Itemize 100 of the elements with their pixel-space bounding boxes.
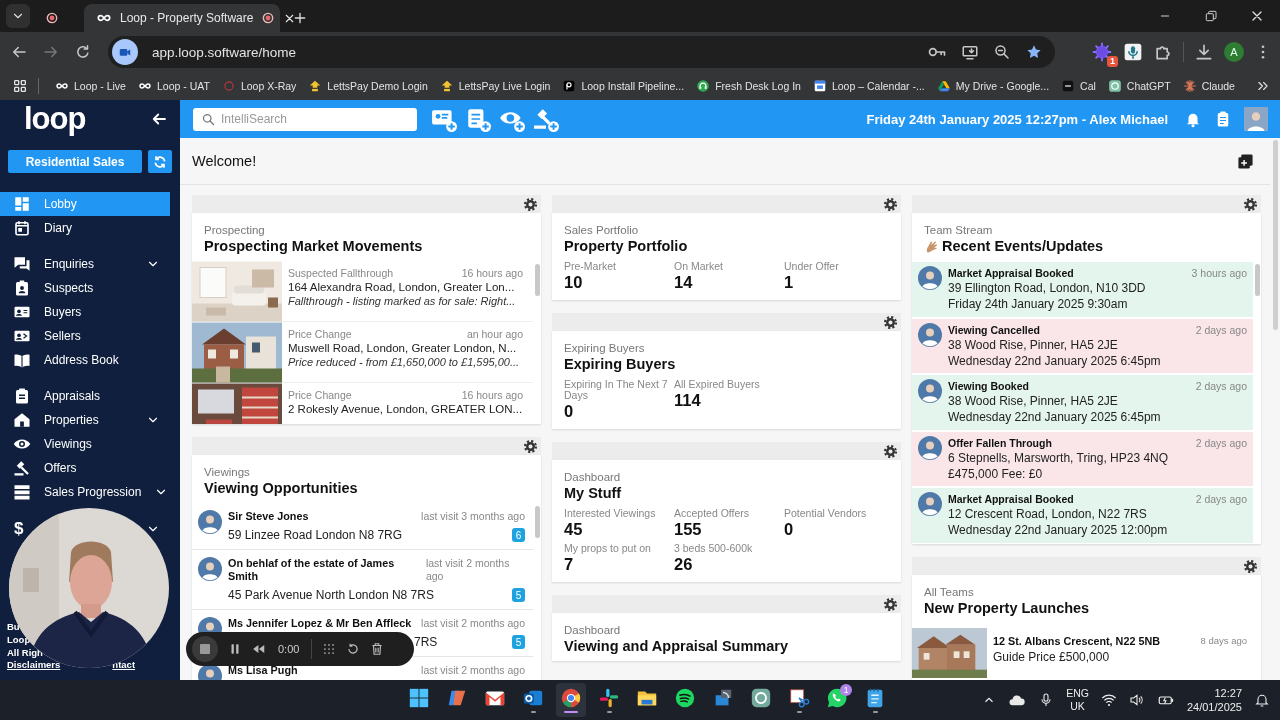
event-row[interactable]: Viewing Cancelled 2 days ago 38 Wood Rise, Pinner, HA5 2JE Wednesday 22nd January 2025 6:45pm (912, 318, 1253, 373)
settings-icon[interactable] (882, 595, 899, 613)
phone-chat-icon (826, 687, 848, 709)
person-row[interactable]: Sir Steve Jones last visit 3 months ago 59 Linzee Road London N8 7RG 6 (192, 503, 533, 550)
plus-icon[interactable] (292, 10, 308, 26)
nav-item[interactable]: Diary (0, 216, 170, 240)
scrollbar[interactable] (534, 506, 540, 538)
microphone-icon[interactable] (1123, 42, 1143, 62)
nav-item[interactable]: Offers (0, 456, 170, 480)
nav-item[interactable]: Enquiries (0, 252, 170, 276)
nav-item[interactable]: Sales Progression (0, 480, 170, 504)
volume-icon[interactable] (1128, 692, 1145, 708)
id-badge-icon (13, 279, 31, 297)
feed-row[interactable]: Suspected Fallthrough 16 hours ago 164 Alexandra Road, London, Greater Lon... Fallthrough - listing marked as for sale: Right... (192, 261, 533, 322)
bookmark[interactable]: Loop - UAT (131, 74, 216, 98)
person-name: Sir Steve Jones (228, 510, 310, 523)
grid-icon[interactable] (322, 642, 337, 656)
profile-button[interactable]: A (1224, 42, 1244, 62)
widget-subtitle: Prospecting (204, 223, 265, 237)
bookmark[interactable]: Loop Install Pipeline... (556, 74, 691, 98)
address-bar[interactable]: app.loop.software/home (108, 36, 1055, 68)
event-row[interactable]: Market Appraisal Booked 3 hours ago 39 Ellington Road, London, N10 3DD Friday 24th January 2025 9:30am (912, 262, 1253, 317)
nav-item[interactable]: Buyers (0, 300, 170, 324)
event-row[interactable]: Offer Fallen Through 2 days ago 6 Stepnells, Marsworth, Tring, HP23 4NQ £475,000 Fee: £0 (912, 431, 1253, 486)
stat-label: Expiring In The Next 7 Days (564, 379, 669, 401)
bookmark[interactable]: LettsPay Live Login (433, 74, 557, 98)
sync-button[interactable] (148, 150, 172, 173)
event-row[interactable]: Market Appraisal Booked 2 days ago 12 Crescent Road, London, N22 7RS Wednesday 22nd January 2025 12:00pm (912, 488, 1253, 543)
nav-item[interactable]: Viewings (0, 432, 170, 456)
settings-icon[interactable] (882, 442, 899, 460)
zoom-icon[interactable] (993, 43, 1011, 61)
ring-icon (221, 79, 236, 93)
nav-item[interactable]: Address Book (0, 348, 170, 372)
bookmark[interactable]: LettsPay Demo Login (302, 74, 434, 98)
scrollbar[interactable] (534, 264, 540, 296)
settings-icon[interactable] (882, 195, 899, 213)
tab-list-button[interactable] (6, 4, 30, 28)
wifi-icon[interactable] (1100, 692, 1117, 708)
last-visit-text: last visit 2 months ago (421, 664, 525, 677)
stat-label: On Market (674, 261, 724, 272)
clipboard-add-icon[interactable] (465, 106, 491, 132)
event-row[interactable]: Viewing Booked 2 days ago 38 Wood Rise, Pinner, HA5 2JE Wednesday 22nd January 2025 6:45pm (912, 375, 1253, 430)
settings-icon[interactable] (522, 437, 539, 455)
footer-text: Bu (7, 620, 20, 633)
footer-link[interactable]: ntact (112, 659, 136, 671)
settings-icon[interactable] (1242, 557, 1259, 575)
nav-item[interactable]: Sellers (0, 324, 170, 348)
person-address: 59 Linzee Road London N8 7RG (228, 528, 403, 542)
scrollbar[interactable] (1254, 264, 1260, 296)
more-icon[interactable] (1256, 79, 1270, 93)
bookmark[interactable]: Fresh Desk Log In (690, 74, 807, 98)
timestamp: 8 days ago (1200, 635, 1247, 647)
notification-icon[interactable] (1254, 692, 1270, 708)
event-detail: 6 Stepnells, Marsworth, Tring, HP23 4NQ (948, 449, 1170, 466)
language-indicator[interactable]: ENG UK (1066, 687, 1089, 713)
search-field[interactable]: IntelliSearch (193, 107, 417, 131)
widget-subtitle: Sales Portfolio (564, 223, 639, 237)
bookmark[interactable]: Loop – Calendar -... (806, 74, 931, 98)
launch-row[interactable]: 12 St. Albans Crescent, N22 5NB 8 days ago Guide Price £500,000 (912, 623, 1261, 680)
star-icon[interactable] (1025, 43, 1043, 61)
settings-icon[interactable] (1242, 195, 1259, 213)
hash-icon (598, 687, 620, 709)
scrollbar[interactable] (1272, 140, 1278, 330)
bookmark[interactable]: Loop - Live (49, 74, 132, 98)
nav-item[interactable]: Suspects (0, 276, 170, 300)
asterisk-icon (1182, 79, 1197, 93)
last-visit-text: last visit 2 months ago (425, 557, 511, 583)
settings-icon[interactable] (522, 195, 539, 213)
add-widget-icon[interactable] (1237, 152, 1254, 170)
stop-button[interactable] (192, 636, 218, 662)
trash-icon[interactable] (370, 642, 385, 656)
bookmark[interactable]: Loop X-Ray (215, 74, 303, 98)
clock[interactable]: 12:27 24/01/2025 (1186, 686, 1242, 714)
download-icon[interactable] (1194, 42, 1214, 62)
nav-item[interactable]: Appraisals (0, 384, 170, 408)
timestamp: 3 hours ago (1191, 266, 1247, 280)
person-row[interactable]: On behlaf of the estate of James Smith last visit 2 months ago 45 Park Avenue North London N8 7RS 5 (192, 550, 533, 610)
settings-icon[interactable] (882, 313, 899, 331)
property-address: 12 St. Albans Crescent, N22 5NB (993, 635, 1160, 647)
count-badge: 6 (512, 528, 525, 542)
bookmark[interactable]: Cal (1055, 74, 1102, 98)
bookmark[interactable]: Claude (1176, 74, 1241, 98)
avatar-icon (198, 557, 222, 581)
bookmark[interactable]: ChatGPT (1101, 74, 1177, 98)
stat-label: Interested Viewings (564, 508, 657, 519)
undo-icon[interactable] (346, 642, 361, 656)
nav-item[interactable]: Properties (0, 408, 170, 432)
stat-label: All Expired Buyers (674, 379, 761, 390)
widget-title: Prospecting Market Movements (204, 237, 423, 256)
bookmark[interactable]: My Drive - Google... (930, 74, 1056, 98)
gavel-add-icon[interactable] (533, 106, 559, 132)
install-icon[interactable] (961, 43, 979, 61)
avatar-icon (918, 435, 942, 460)
widget-subtitle: Viewings (204, 465, 250, 479)
event-detail: Friday 24th January 2025 9:30am (948, 296, 1129, 312)
footer-link[interactable]: Disclaimers (7, 659, 61, 671)
taskbar-app[interactable] (556, 683, 586, 717)
restore-icon[interactable] (1203, 8, 1219, 24)
apps-icon[interactable] (12, 78, 28, 94)
last-visit-text: last visit 2 months ago (421, 617, 525, 630)
